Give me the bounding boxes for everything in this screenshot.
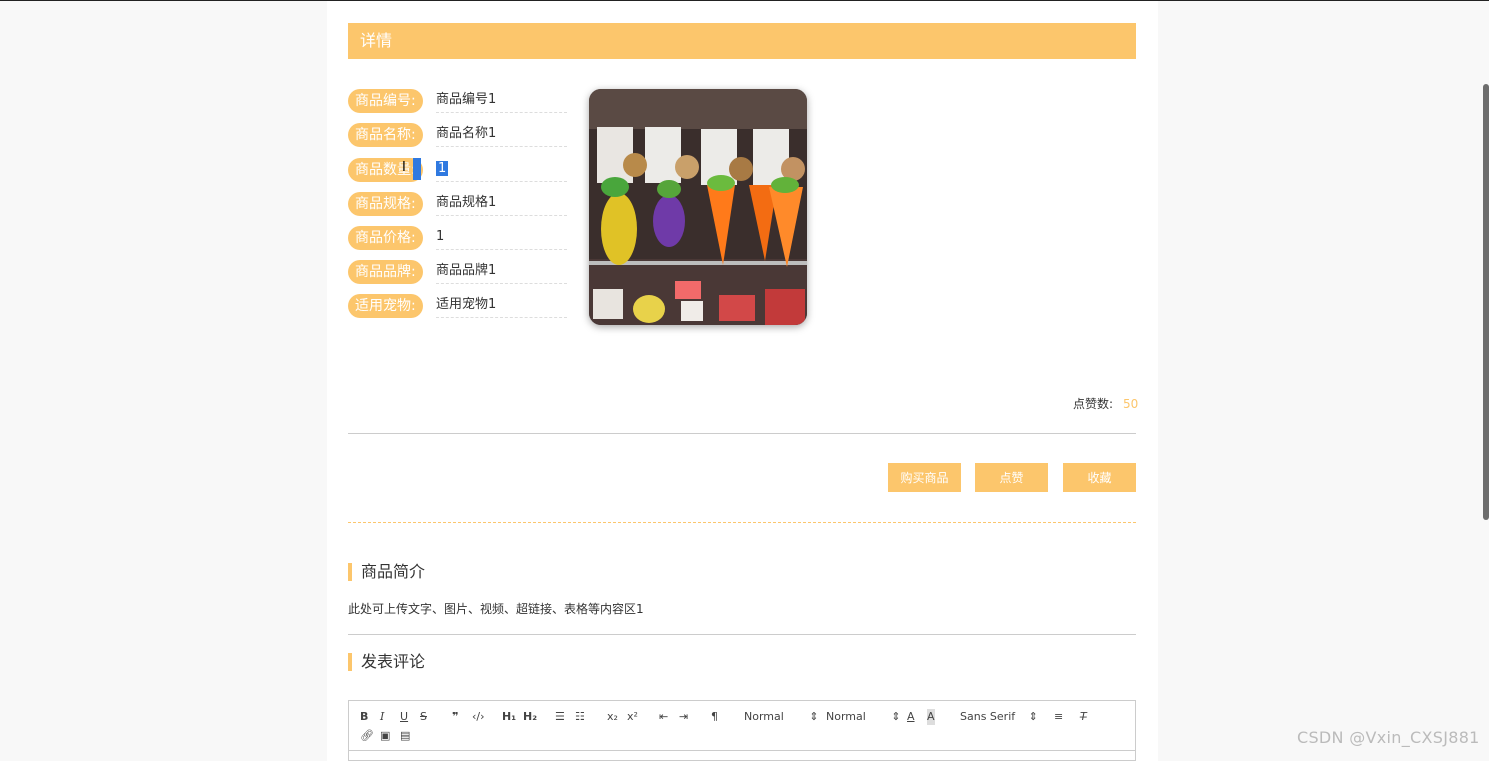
field-product-price: 商品价格: 1 — [348, 226, 568, 252]
comment-editor: B I U S ❞ ‹/› H₁ H₂ ☰ ☷ x₂ x² ⇤ ⇥ ¶ Norm… — [348, 700, 1136, 761]
code-block-icon[interactable]: ‹/› — [472, 709, 485, 725]
video-icon[interactable]: ▤ — [400, 728, 410, 744]
text-cursor-icon: I — [402, 160, 406, 175]
subscript-icon[interactable]: x₂ — [607, 709, 618, 725]
superscript-icon[interactable]: x² — [627, 709, 638, 725]
strike-icon[interactable]: S — [420, 709, 427, 725]
select-arrow-icon: ⇕ — [891, 710, 901, 723]
font-select[interactable]: Sans Serif ⇕ — [960, 709, 1038, 725]
image-icon[interactable]: ▣ — [380, 728, 390, 744]
selected-value: 1 — [436, 161, 449, 176]
field-product-brand: 商品品牌: 商品品牌1 — [348, 260, 568, 286]
bullet-list-icon[interactable]: ☷ — [575, 709, 585, 725]
header-2-icon[interactable]: H₂ — [523, 709, 537, 725]
field-product-code: 商品编号: 商品编号1 — [348, 89, 568, 115]
font-color-icon[interactable]: A — [907, 709, 915, 725]
field-product-name: 商品名称: 商品名称1 — [348, 123, 568, 149]
detail-container: 详情 商品编号: 商品编号1 商品名称: 商品名称1 商品数量: I 1 商品规… — [327, 1, 1158, 761]
background-color-icon[interactable]: A — [927, 709, 935, 725]
select-arrow-icon: ⇕ — [809, 710, 819, 723]
favorite-button[interactable]: 收藏 — [1063, 463, 1136, 492]
watermark: CSDN @Vxin_CXSJ881 — [1297, 728, 1480, 747]
likes-number: 50 — [1123, 397, 1139, 411]
comment-section-title: 发表评论 — [348, 653, 425, 671]
like-button[interactable]: 点赞 — [975, 463, 1048, 492]
field-label: 商品编号: — [348, 89, 423, 113]
outdent-icon[interactable]: ⇤ — [659, 709, 668, 725]
clear-format-icon[interactable]: T̶ — [1080, 709, 1087, 725]
likes-label: 点赞数: — [1073, 397, 1114, 411]
field-label: 商品品牌: — [348, 260, 423, 284]
field-label: 商品数量: — [348, 158, 423, 182]
blockquote-icon[interactable]: ❞ — [452, 709, 458, 725]
indent-icon[interactable]: ⇥ — [679, 709, 688, 725]
field-value[interactable]: 商品编号1 — [436, 89, 567, 113]
field-product-spec: 商品规格: 商品规格1 — [348, 192, 568, 218]
buy-button[interactable]: 购买商品 — [888, 463, 961, 492]
italic-icon[interactable]: I — [380, 709, 384, 725]
text-direction-icon[interactable]: ¶ — [711, 709, 718, 725]
underline-icon[interactable]: U — [400, 709, 408, 725]
page-title: 详情 — [348, 23, 1136, 59]
intro-text: 此处可上传文字、图片、视频、超链接、表格等内容区1 — [348, 602, 644, 616]
field-suitable-pet: 适用宠物: 适用宠物1 — [348, 294, 568, 320]
header-select[interactable]: Normal ⇕ — [744, 709, 819, 725]
field-label: 商品规格: — [348, 192, 423, 216]
scrollbar[interactable] — [1483, 84, 1489, 520]
size-select-value: Normal — [826, 710, 866, 723]
field-value[interactable]: 商品规格1 — [436, 192, 567, 216]
dashed-divider — [348, 522, 1136, 523]
field-value[interactable]: 商品品牌1 — [436, 260, 567, 284]
header-select-value: Normal — [744, 710, 784, 723]
text-selection-highlight — [413, 158, 421, 180]
field-product-quantity: 商品数量: I 1 — [348, 158, 568, 184]
align-icon[interactable]: ≡ — [1054, 709, 1063, 725]
divider — [348, 634, 1136, 635]
field-label: 适用宠物: — [348, 294, 423, 318]
field-value[interactable]: 1 — [436, 158, 567, 182]
field-value[interactable]: 适用宠物1 — [436, 294, 567, 318]
link-icon[interactable]: 🔗︎ — [360, 728, 374, 744]
likes-count: 点赞数: 50 — [1073, 395, 1138, 412]
field-value[interactable]: 商品名称1 — [436, 123, 567, 147]
intro-section-title: 商品简介 — [348, 563, 425, 581]
editor-separator — [349, 750, 1135, 751]
field-value[interactable]: 1 — [436, 226, 567, 250]
field-label: 商品价格: — [348, 226, 423, 250]
field-label: 商品名称: — [348, 123, 423, 147]
size-select[interactable]: Normal ⇕ — [826, 709, 901, 725]
font-select-value: Sans Serif — [960, 710, 1016, 723]
bold-icon[interactable]: B — [360, 709, 368, 725]
header-1-icon[interactable]: H₁ — [502, 709, 516, 725]
product-image[interactable] — [589, 89, 807, 325]
ordered-list-icon[interactable]: ☰ — [555, 709, 565, 725]
divider — [348, 433, 1136, 434]
select-arrow-icon: ⇕ — [1028, 710, 1038, 723]
